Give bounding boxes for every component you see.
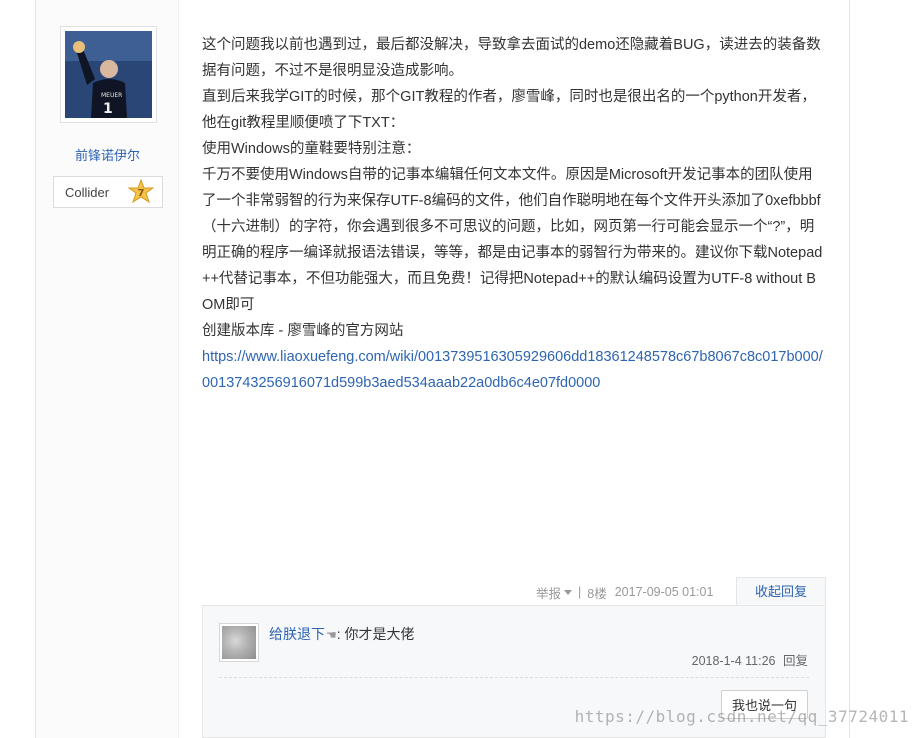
- meta-separator: |: [578, 585, 582, 599]
- post-container: MEUER 1 前锋诺伊尔 Collider 7 这个问题我以前也遇到过，最后都…: [35, 0, 850, 738]
- post-content: 这个问题我以前也遇到过，最后都没解决，导致拿去面试的demo还隐藏着BUG，读进…: [202, 32, 827, 396]
- post-datetime: 2017-09-05 01:01: [614, 585, 714, 599]
- avatar-image-icon: [222, 626, 256, 659]
- reply-item: 给朕退下☚: 你才是大佬: [269, 624, 415, 644]
- reply-button[interactable]: 回复: [783, 654, 808, 668]
- rank-name: Collider: [65, 184, 110, 200]
- reply-avatar[interactable]: [219, 623, 259, 662]
- author-avatar[interactable]: MEUER 1: [60, 26, 157, 123]
- svg-text:1: 1: [103, 101, 113, 117]
- reply-username[interactable]: 给朕退下: [269, 626, 325, 642]
- post-paragraph: 千万不要使用Windows自带的记事本编辑任何文本文件。原因是Microsoft…: [202, 167, 823, 313]
- post-meta: 举报 | 8楼 2017-09-05 01:01: [536, 578, 713, 606]
- caret-down-icon: [564, 589, 573, 595]
- reply-colon: :: [336, 626, 341, 642]
- pointing-hand-icon: ☚: [326, 628, 337, 642]
- reply-time: 2018-1-4 11:26: [691, 654, 776, 668]
- post-paragraph: 直到后来我学GIT的时候，那个GIT教程的作者，廖雪峰，同时也是很出名的一个py…: [202, 89, 816, 131]
- reply-divider: [219, 677, 809, 678]
- star-rank-icon: 7: [128, 179, 154, 204]
- rank-level: 7: [138, 188, 145, 199]
- svg-text:MEUER: MEUER: [101, 92, 122, 99]
- report-button[interactable]: 举报: [536, 583, 573, 602]
- post-link[interactable]: https://www.liaoxuefeng.com/wiki/0013739…: [202, 349, 823, 391]
- author-sidebar: MEUER 1 前锋诺伊尔 Collider 7: [36, 0, 179, 738]
- report-label: 举报: [536, 586, 562, 601]
- rank-badge: Collider 7: [53, 176, 163, 208]
- post-paragraph: 创建版本库 - 廖雪峰的官方网站: [202, 323, 404, 339]
- author-username[interactable]: 前锋诺伊尔: [36, 145, 179, 164]
- watermark: https://blog.csdn.net/qq_37724011: [574, 707, 909, 726]
- collapse-reply-button[interactable]: 收起回复: [736, 577, 826, 607]
- reply-text: 你才是大佬: [344, 626, 415, 642]
- reply-meta: 2018-1-4 11:26 回复: [692, 650, 808, 669]
- post-paragraph: 使用Windows的童鞋要特别注意：: [202, 141, 421, 157]
- post-paragraph: 这个问题我以前也遇到过，最后都没解决，导致拿去面试的demo还隐藏着BUG，读进…: [202, 37, 821, 79]
- floor-number: 8楼: [587, 586, 607, 601]
- goalkeeper-photo-icon: MEUER 1: [65, 31, 152, 118]
